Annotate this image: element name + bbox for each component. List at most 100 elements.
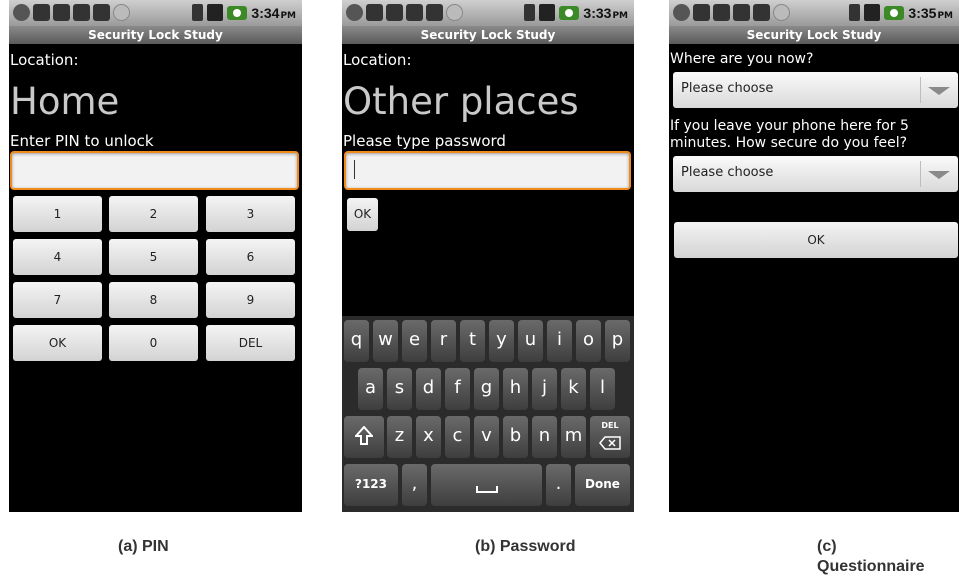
notification-icons	[13, 4, 130, 21]
keypad-key-7[interactable]: 7	[13, 282, 102, 318]
question-security-line1: If you leave your phone here for 5	[670, 118, 909, 134]
key-d[interactable]: d	[416, 368, 441, 410]
gmail-icon	[713, 4, 730, 21]
key-h[interactable]: h	[503, 368, 528, 410]
shift-icon	[353, 425, 375, 445]
gmail-icon	[53, 4, 70, 21]
key-l[interactable]: l	[590, 368, 615, 410]
question-security-line2: minutes. How secure do you feel?	[670, 135, 908, 151]
keypad-key-1[interactable]: 1	[13, 196, 102, 232]
key-k[interactable]: k	[561, 368, 586, 410]
security-dropdown[interactable]: Please choose	[673, 156, 958, 192]
status-time: 3:34	[251, 5, 280, 21]
question-location: Where are you now?	[670, 51, 814, 67]
status-time: 3:33	[583, 5, 612, 21]
sync-icon	[446, 4, 463, 21]
dropdown-separator	[920, 77, 921, 103]
keypad-key-9[interactable]: 9	[206, 282, 295, 318]
keypad-key-5[interactable]: 5	[109, 239, 198, 275]
key-a[interactable]: a	[358, 368, 383, 410]
period-key[interactable]: .	[546, 464, 571, 506]
status-ampm: PM	[612, 11, 628, 21]
location-dropdown[interactable]: Please choose	[673, 72, 958, 108]
download-icon	[33, 4, 50, 21]
status-bar: 3:33PM	[342, 0, 634, 26]
backspace-icon: DEL	[590, 416, 630, 458]
location-dropdown-value: Please choose	[681, 81, 774, 96]
location-value: Home	[10, 80, 120, 123]
keypad-key-0[interactable]: 0	[109, 325, 198, 361]
signal-icon	[539, 4, 556, 21]
submit-ok-button[interactable]: OK	[674, 222, 958, 258]
notification-icons	[673, 4, 790, 21]
keypad-ok-button[interactable]: OK	[13, 325, 102, 361]
key-m[interactable]: m	[561, 416, 586, 458]
app-title: Security Lock Study	[342, 26, 634, 44]
pin-input[interactable]	[10, 151, 299, 190]
gmail-icon	[386, 4, 403, 21]
space-bar-icon	[475, 486, 498, 493]
signal-icon	[864, 4, 881, 21]
symbols-key[interactable]: ?123	[344, 464, 398, 506]
text-cursor	[354, 160, 355, 179]
key-s[interactable]: s	[387, 368, 412, 410]
status-right: 3:33PM	[524, 3, 628, 22]
done-key[interactable]: Done	[575, 464, 630, 506]
battery-icon	[884, 5, 905, 20]
key-j[interactable]: j	[532, 368, 557, 410]
battery-icon	[559, 5, 580, 20]
keypad-del-button[interactable]: DEL	[206, 325, 295, 361]
pin-prompt: Enter PIN to unlock	[10, 132, 154, 150]
chevron-down-icon	[928, 171, 950, 179]
keypad-key-8[interactable]: 8	[109, 282, 198, 318]
shift-key[interactable]	[344, 416, 384, 458]
dropdown-separator	[920, 161, 921, 187]
chevron-down-icon	[928, 87, 950, 95]
android-debug-icon	[426, 4, 443, 21]
keypad-key-6[interactable]: 6	[206, 239, 295, 275]
key-y[interactable]: y	[489, 320, 514, 362]
key-x[interactable]: x	[416, 416, 441, 458]
caption-questionnaire-line1: (c)	[817, 538, 837, 555]
key-f[interactable]: f	[445, 368, 470, 410]
keypad-key-3[interactable]: 3	[206, 196, 295, 232]
key-z[interactable]: z	[387, 416, 412, 458]
android-debug-icon	[93, 4, 110, 21]
status-ampm: PM	[280, 11, 296, 21]
key-o[interactable]: o	[576, 320, 601, 362]
signal-icon	[207, 4, 224, 21]
key-g[interactable]: g	[474, 368, 499, 410]
download-icon	[693, 4, 710, 21]
key-i[interactable]: i	[547, 320, 572, 362]
comma-key[interactable]: ,	[402, 464, 427, 506]
wifi-icon	[849, 4, 861, 21]
security-dropdown-value: Please choose	[681, 165, 774, 180]
location-label: Location:	[10, 51, 79, 69]
key-e[interactable]: e	[402, 320, 427, 362]
key-w[interactable]: w	[373, 320, 398, 362]
location-icon	[346, 4, 363, 21]
status-ampm: PM	[937, 11, 953, 21]
status-bar: 3:34PM	[9, 0, 302, 26]
key-r[interactable]: r	[431, 320, 456, 362]
app-title: Security Lock Study	[669, 26, 959, 44]
key-b[interactable]: b	[503, 416, 528, 458]
keypad-key-2[interactable]: 2	[109, 196, 198, 232]
caption-password: (b) Password	[475, 538, 576, 555]
space-key[interactable]	[431, 464, 542, 506]
key-n[interactable]: n	[532, 416, 557, 458]
notification-icons	[346, 4, 463, 21]
password-input[interactable]	[344, 151, 631, 190]
key-u[interactable]: u	[518, 320, 543, 362]
delete-key[interactable]: DEL	[590, 416, 630, 458]
key-v[interactable]: v	[474, 416, 499, 458]
key-p[interactable]: p	[605, 320, 630, 362]
ok-button[interactable]: OK	[347, 198, 378, 231]
app-title: Security Lock Study	[9, 26, 302, 44]
usb-icon	[733, 4, 750, 21]
key-t[interactable]: t	[460, 320, 485, 362]
keypad-key-4[interactable]: 4	[13, 239, 102, 275]
key-q[interactable]: q	[344, 320, 369, 362]
caption-pin: (a) PIN	[118, 538, 169, 555]
key-c[interactable]: c	[445, 416, 470, 458]
